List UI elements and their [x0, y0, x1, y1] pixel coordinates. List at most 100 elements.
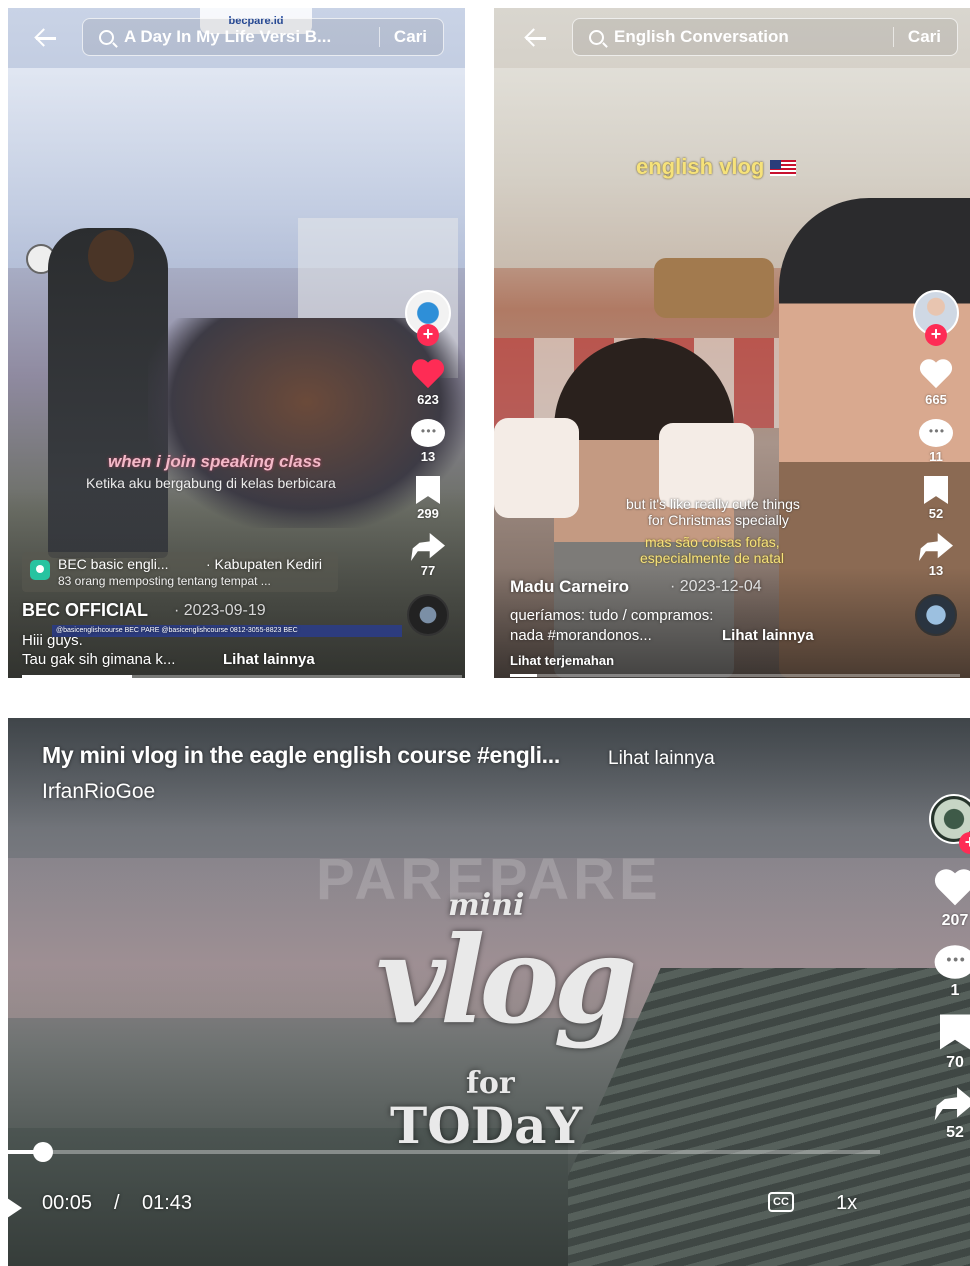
author-name[interactable]: Madu Carneiro: [510, 577, 629, 597]
translate-link[interactable]: Lihat terjemahan: [510, 653, 614, 668]
scene-person-standing: [48, 228, 168, 558]
follow-plus-icon[interactable]: +: [417, 324, 439, 346]
closed-captions-icon[interactable]: CC: [768, 1192, 794, 1212]
search-bar: English Conversation Cari: [494, 16, 970, 60]
share-button[interactable]: 52: [934, 1087, 970, 1142]
back-arrow-icon[interactable]: [32, 24, 60, 52]
us-flag-icon: [770, 160, 797, 177]
search-input[interactable]: A Day In My Life Versi B... Cari: [82, 18, 444, 56]
follow-plus-icon[interactable]: +: [925, 324, 947, 346]
progress-bar[interactable]: [510, 674, 960, 677]
bookmark-icon: [940, 1014, 970, 1050]
description-line-2: nada #morandonos...: [510, 627, 652, 644]
save-count: 52: [928, 506, 944, 521]
see-more-link[interactable]: Lihat lainnya: [722, 627, 814, 644]
like-count: 207: [941, 912, 969, 929]
comment-button[interactable]: 13: [411, 419, 445, 464]
vlog-label: english vlog: [636, 154, 797, 180]
search-icon: [99, 29, 114, 45]
share-icon: [919, 533, 953, 561]
clock-icon: [26, 244, 56, 274]
like-count: 623: [417, 392, 439, 407]
like-button[interactable]: 623: [411, 360, 445, 407]
description-line-1: Hiii guys.: [22, 632, 83, 649]
search-divider: [378, 27, 380, 47]
follow-plus-icon[interactable]: +: [959, 832, 970, 854]
video-panel-bec[interactable]: becpare.id A Day In My Life Versi B... C…: [8, 8, 465, 678]
subtitle-pt-2: especialmente de natal: [640, 550, 784, 566]
video-panel-mini-vlog[interactable]: My mini vlog in the eagle english course…: [8, 718, 970, 1266]
comment-button[interactable]: 1: [934, 945, 970, 1000]
comment-icon: [934, 945, 970, 979]
bookmark-icon: [924, 476, 948, 504]
save-button[interactable]: 70: [940, 1014, 970, 1072]
comment-count: 1: [950, 982, 960, 999]
playback-speed-button[interactable]: 1x: [836, 1192, 857, 1215]
music-disc-icon[interactable]: [915, 594, 957, 636]
share-button[interactable]: 77: [411, 533, 445, 578]
search-button[interactable]: Cari: [394, 27, 427, 47]
comment-count: 13: [420, 449, 436, 464]
search-query: English Conversation: [614, 27, 789, 46]
time-separator: /: [114, 1192, 120, 1214]
seek-bar[interactable]: [8, 1142, 880, 1162]
share-count: 77: [420, 563, 436, 578]
share-icon: [934, 1087, 970, 1121]
description-line-2: Tau gak sih gimana k...: [22, 651, 176, 668]
search-button[interactable]: Cari: [908, 27, 941, 47]
progress-bar[interactable]: [22, 675, 462, 678]
music-disc-icon[interactable]: [407, 594, 449, 636]
share-icon: [411, 533, 445, 561]
like-count: 665: [925, 392, 947, 407]
location-city: · Kabupaten Kediri: [206, 556, 322, 572]
save-button[interactable]: 52: [924, 476, 948, 521]
video-panel-english-vlog[interactable]: English Conversation Cari english vlog +…: [494, 8, 970, 678]
time-current: 00:05: [42, 1192, 93, 1214]
search-bar: A Day In My Life Versi B... Cari: [8, 16, 465, 60]
share-count: 13: [928, 563, 944, 578]
search-input[interactable]: English Conversation Cari: [572, 18, 958, 56]
share-button[interactable]: 13: [919, 533, 953, 578]
save-button[interactable]: 299: [416, 476, 440, 521]
heart-icon: [919, 360, 953, 390]
video-subcaption: Ketika aku bergabung di kelas berbicara: [86, 475, 336, 491]
avatar[interactable]: +: [913, 290, 959, 346]
comment-button[interactable]: 11: [919, 419, 953, 464]
vlog-label-text: english vlog: [636, 154, 765, 179]
comment-count: 11: [929, 449, 943, 464]
save-count: 299: [417, 506, 439, 521]
video-title: My mini vlog in the eagle english course…: [42, 742, 560, 768]
see-more-link[interactable]: Lihat lainnya: [223, 651, 315, 668]
subtitle-en-1: but it's like really cute things: [626, 496, 800, 512]
heart-icon: [934, 870, 970, 908]
bookmark-icon: [416, 476, 440, 504]
search-divider: [892, 27, 894, 47]
post-date: · 2023-09-19: [174, 602, 266, 619]
scene-shelves: [494, 338, 970, 428]
see-more-link[interactable]: Lihat lainnya: [608, 748, 715, 770]
avatar[interactable]: +: [929, 794, 970, 854]
subtitle-en-2: for Christmas specially: [648, 512, 789, 528]
author-name[interactable]: BEC OFFICIAL: [22, 600, 148, 621]
author-name[interactable]: IrfanRioGoe: [42, 780, 155, 804]
scene-ceiling: [8, 68, 465, 268]
like-button[interactable]: 665: [919, 360, 953, 407]
comment-icon: [919, 419, 953, 447]
search-query: A Day In My Life Versi B...: [124, 27, 332, 46]
search-icon: [589, 29, 604, 45]
seek-knob[interactable]: [32, 1142, 53, 1162]
comment-icon: [411, 419, 445, 447]
avatar[interactable]: +: [405, 290, 451, 346]
time-total: 01:43: [142, 1192, 193, 1214]
share-count: 52: [946, 1124, 964, 1141]
like-button[interactable]: 207: [938, 874, 970, 930]
action-rail: + 623 13 299 77: [400, 290, 456, 636]
contact-strip: @basicenglishcourse BEC PARE @basicengli…: [52, 625, 402, 637]
subtitle-pt-1: mas são coisas fofas,: [645, 534, 780, 550]
back-arrow-icon[interactable]: [522, 24, 550, 52]
play-icon[interactable]: [8, 1196, 22, 1220]
scene-basket: [654, 258, 774, 318]
video-caption: when i join speaking class: [108, 452, 322, 471]
scene-person-head: [88, 230, 134, 282]
location-card[interactable]: BEC basic engli... · Kabupaten Kediri 83…: [22, 552, 338, 592]
